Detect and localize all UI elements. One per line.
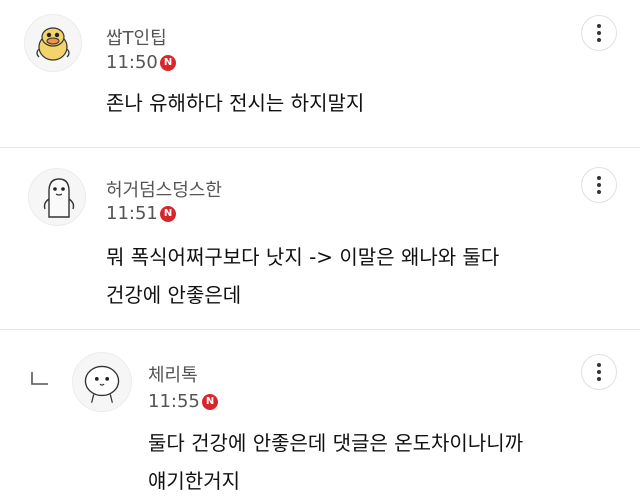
- comment-text-line: 둘다 건강에 안좋은데 댓글은 온도차이나니까: [148, 431, 524, 455]
- comment-text: 뭐 폭식어쩌구보다 낫지 -> 이말은 왜나와 둘다 건강에 안좋은데: [106, 238, 499, 314]
- more-vertical-icon: [597, 24, 601, 42]
- new-badge-icon: N: [202, 394, 218, 410]
- reply-arrow-icon: [31, 372, 48, 385]
- comment-text-line: 얘기한거지: [148, 469, 240, 493]
- comment-item: 쌉T인팁 11:50 N 존나 유해하다 전시는 하지말지: [0, 0, 640, 164]
- more-options-button[interactable]: [581, 15, 617, 51]
- reply-comment-item: 체리톡 11:55 N 둘다 건강에 안좋은데 댓글은 온도차이나니까 얘기한거…: [0, 330, 640, 502]
- comment-author[interactable]: 쌉T인팁: [106, 24, 167, 50]
- comment-text: 존나 유해하다 전시는 하지말지: [106, 84, 364, 122]
- blob-avatar[interactable]: [72, 352, 132, 412]
- comment-author[interactable]: 체리톡: [148, 361, 198, 387]
- penguin-avatar[interactable]: [28, 168, 86, 226]
- comment-item: 허거덤스덩스한 11:51 N 뭐 폭식어쩌구보다 낫지 -> 이말은 왜나와 …: [0, 148, 640, 328]
- duck-avatar[interactable]: [24, 14, 82, 72]
- comment-author[interactable]: 허거덤스덩스한: [106, 176, 222, 202]
- comment-time: 11:55: [148, 391, 200, 412]
- more-options-button[interactable]: [581, 167, 617, 203]
- more-options-button[interactable]: [581, 354, 617, 390]
- new-badge-icon: N: [160, 55, 176, 71]
- new-badge-icon: N: [160, 206, 176, 222]
- more-vertical-icon: [597, 176, 601, 194]
- comment-text-line: 뭐 폭식어쩌구보다 낫지 -> 이말은 왜나와 둘다: [106, 245, 500, 269]
- comment-text: 둘다 건강에 안좋은데 댓글은 온도차이나니까 얘기한거지: [148, 424, 523, 500]
- more-vertical-icon: [597, 363, 601, 381]
- comment-time: 11:50: [106, 52, 158, 73]
- comment-text-line: 건강에 안좋은데: [106, 283, 242, 307]
- comment-text-line: 존나 유해하다 전시는 하지말지: [106, 91, 365, 115]
- comment-time: 11:51: [106, 203, 158, 224]
